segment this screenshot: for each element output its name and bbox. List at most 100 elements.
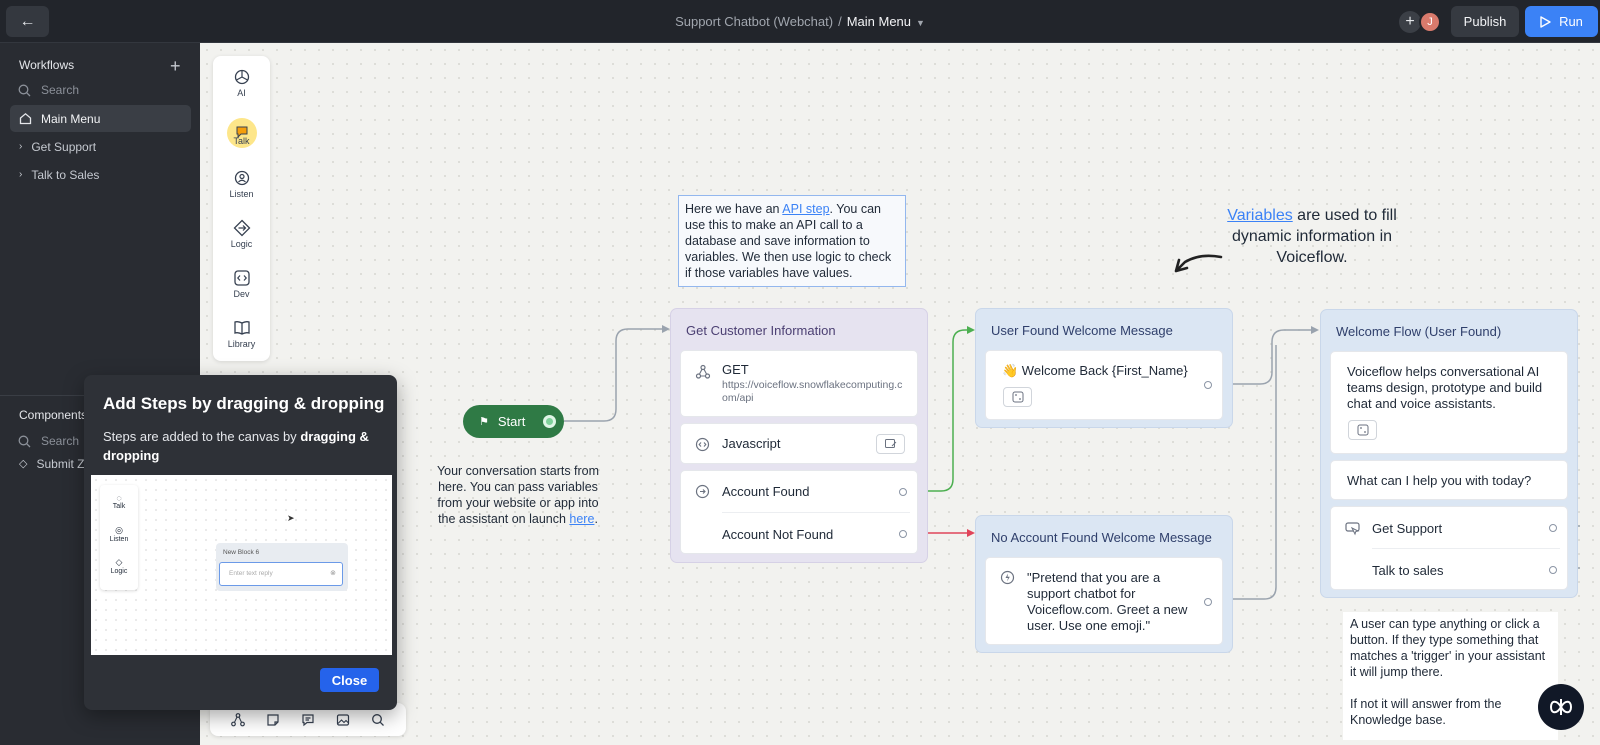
start-note-link[interactable]: here [569, 512, 594, 526]
path-found-port[interactable] [899, 488, 907, 496]
logic-step[interactable]: Account Found Account Not Found [680, 470, 918, 554]
sidebar-item-get-support[interactable]: › Get Support [10, 133, 191, 160]
edit-code-button[interactable] [876, 434, 905, 454]
openai-icon [234, 69, 249, 85]
output-port[interactable] [1204, 598, 1212, 606]
ai-response-step[interactable]: "Pretend that you are a support chatbot … [985, 557, 1223, 645]
search-icon [18, 435, 31, 447]
button-get-support[interactable]: Get Support [1372, 521, 1442, 537]
button-talk-to-sales[interactable]: Talk to sales [1372, 563, 1444, 579]
close-button[interactable]: Close [320, 668, 379, 692]
chat-widget-button[interactable] [1538, 684, 1584, 730]
step-label: Listen [229, 189, 254, 199]
sidebar-item-main-menu[interactable]: Main Menu [10, 105, 191, 132]
variant-button[interactable] [1348, 420, 1377, 440]
nodes-icon[interactable] [230, 712, 245, 727]
search-placeholder: Search [41, 434, 80, 448]
trigger-note-text-2: If not it will answer from the Knowledge… [1350, 697, 1502, 727]
javascript-label: Javascript [722, 436, 781, 451]
breadcrumb-separator: / [838, 14, 842, 29]
trigger-note[interactable]: A user can type anything or click a butt… [1343, 612, 1558, 740]
welcome-back-text: 👋 Welcome Back {First_Name} [1002, 363, 1188, 378]
step-talk[interactable]: Talk [213, 118, 270, 158]
listen-icon: ◎ [115, 525, 123, 535]
components-search-input[interactable]: Search [18, 434, 79, 448]
condition-icon [695, 484, 710, 499]
library-icon [233, 321, 250, 335]
step-logic[interactable]: Logic [213, 219, 270, 249]
start-label: Start [497, 414, 526, 429]
breadcrumb-project[interactable]: Support Chatbot (Webchat) [675, 14, 833, 29]
note-icon[interactable] [266, 713, 280, 727]
path-not-found-label: Account Not Found [722, 527, 834, 542]
javascript-step[interactable]: Javascript [680, 423, 918, 464]
play-icon [1540, 15, 1551, 28]
search-icon [18, 84, 31, 96]
step-dev[interactable]: Dev [213, 269, 270, 299]
start-node[interactable]: ⚑ Start [463, 405, 564, 438]
add-workflow-button[interactable]: + [170, 56, 181, 77]
api-method: GET [722, 362, 749, 377]
start-note[interactable]: Your conversation starts from here. You … [432, 463, 604, 527]
api-note-pre: Here we have an [685, 202, 783, 216]
code-icon [695, 437, 710, 452]
buttons-step[interactable]: Get Support Talk to sales [1330, 506, 1568, 590]
components-title: Components [19, 408, 88, 422]
breadcrumb: Support Chatbot (Webchat) / Main Menu ▼ [0, 14, 1600, 29]
comment-icon[interactable] [301, 713, 315, 727]
path-not-found-port[interactable] [899, 530, 907, 538]
divider [722, 512, 910, 513]
question-text-step[interactable]: What can I help you with today? [1330, 460, 1568, 500]
search-icon[interactable] [371, 713, 385, 727]
step-library[interactable]: Library [213, 319, 270, 349]
api-note[interactable]: Here we have an API step. You can use th… [678, 195, 906, 287]
step-ai[interactable]: AI [213, 68, 270, 98]
voiceflow-logo-icon [1549, 699, 1573, 715]
block-no-account-welcome[interactable]: No Account Found Welcome Message "Preten… [975, 515, 1233, 653]
popup-text: Steps are added to the canvas by draggin… [103, 427, 383, 465]
question-text: What can I help you with today? [1347, 473, 1532, 488]
output-port[interactable] [1549, 524, 1557, 532]
text-step[interactable]: 👋 Welcome Back {First_Name} [985, 350, 1223, 420]
sidebar-item-label: Main Menu [41, 111, 101, 126]
listen-icon [234, 170, 249, 186]
chevron-down-icon[interactable]: ▼ [916, 18, 925, 28]
block-welcome-flow[interactable]: Welcome Flow (User Found) Voiceflow help… [1320, 309, 1578, 598]
diamond-icon: ◇ [19, 458, 28, 470]
workflow-search-input[interactable]: Search [18, 83, 79, 97]
api-step[interactable]: GET https://voiceflow.snowflakecomputing… [680, 350, 918, 417]
preview-step: ◌ Talk [100, 493, 138, 510]
avatar[interactable]: J [1419, 11, 1441, 33]
intro-text: Voiceflow helps conversational AI teams … [1347, 364, 1543, 411]
variant-button[interactable] [1003, 387, 1032, 407]
publish-button[interactable]: Publish [1451, 6, 1519, 37]
image-icon[interactable] [336, 713, 350, 727]
block-title: Welcome Flow (User Found) [1336, 324, 1502, 339]
cursor-icon: ➤ [287, 513, 295, 523]
sidebar-item-talk-to-sales[interactable]: › Talk to Sales [10, 161, 191, 188]
output-port[interactable] [1204, 381, 1212, 389]
chevron-right-icon: › [19, 141, 23, 152]
intro-text-step[interactable]: Voiceflow helps conversational AI teams … [1330, 351, 1568, 454]
variables-note[interactable]: Variables are used to fill dynamic infor… [1212, 205, 1412, 268]
workflows-title: Workflows [19, 58, 75, 72]
api-note-link[interactable]: API step [782, 202, 829, 216]
block-user-found-welcome[interactable]: User Found Welcome Message 👋 Welcome Bac… [975, 308, 1233, 428]
variables-link[interactable]: Variables [1227, 207, 1293, 224]
run-button[interactable]: Run [1525, 6, 1598, 37]
add-collaborator-button[interactable]: + [1399, 11, 1421, 33]
breadcrumb-current[interactable]: Main Menu [847, 14, 911, 29]
sidebar-item-label: Talk to Sales [31, 167, 100, 182]
block-get-customer-information[interactable]: Get Customer Information GET https://voi… [670, 308, 928, 563]
start-port[interactable] [543, 415, 556, 428]
preview-block: New Block 6 Enter text reply ⊗ [216, 543, 348, 591]
preview-step-label: Listen [109, 536, 129, 543]
preview-input: Enter text reply ⊗ [219, 562, 343, 586]
output-port[interactable] [1549, 566, 1557, 574]
close-icon: ⊗ [330, 570, 336, 577]
api-icon [695, 364, 711, 379]
preview-step-label: Logic [110, 568, 128, 575]
step-listen[interactable]: Listen [213, 169, 270, 199]
logic-icon: ◇ [115, 557, 123, 567]
block-title: No Account Found Welcome Message [991, 530, 1212, 545]
